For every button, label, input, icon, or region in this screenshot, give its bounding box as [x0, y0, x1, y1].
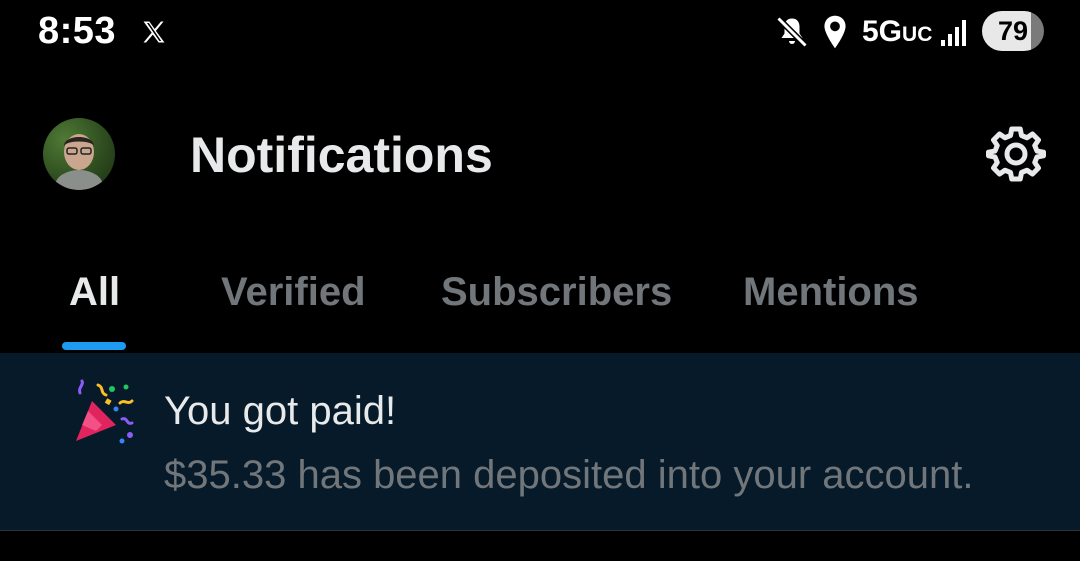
status-bar: 8:53 5GUC 79	[0, 0, 1080, 64]
notification-title: You got paid!	[164, 389, 397, 433]
gear-icon[interactable]	[986, 124, 1046, 184]
signal-icon	[941, 20, 966, 46]
battery-icon: 79	[982, 11, 1044, 51]
location-icon	[824, 15, 846, 49]
tab-verified[interactable]: Verified	[221, 270, 366, 315]
party-popper-icon	[76, 379, 134, 444]
tab-subscribers[interactable]: Subscribers	[441, 270, 672, 315]
page-title: Notifications	[190, 127, 493, 183]
active-tab-indicator	[62, 342, 126, 350]
network-indicator: 5GUC	[862, 15, 933, 48]
avatar-image	[55, 134, 103, 190]
tab-bar: All Verified Subscribers Mentions	[0, 250, 1080, 354]
notification-body: $35.33 has been deposited into your acco…	[164, 453, 974, 497]
avatar[interactable]	[43, 118, 115, 190]
notification-item[interactable]: You got paid! $35.33 has been deposited …	[0, 353, 1080, 531]
status-time: 8:53	[38, 10, 117, 52]
tab-mentions[interactable]: Mentions	[743, 270, 919, 315]
mute-icon	[776, 16, 808, 48]
tab-all[interactable]: All	[69, 270, 120, 315]
x-logo-icon	[143, 21, 165, 43]
